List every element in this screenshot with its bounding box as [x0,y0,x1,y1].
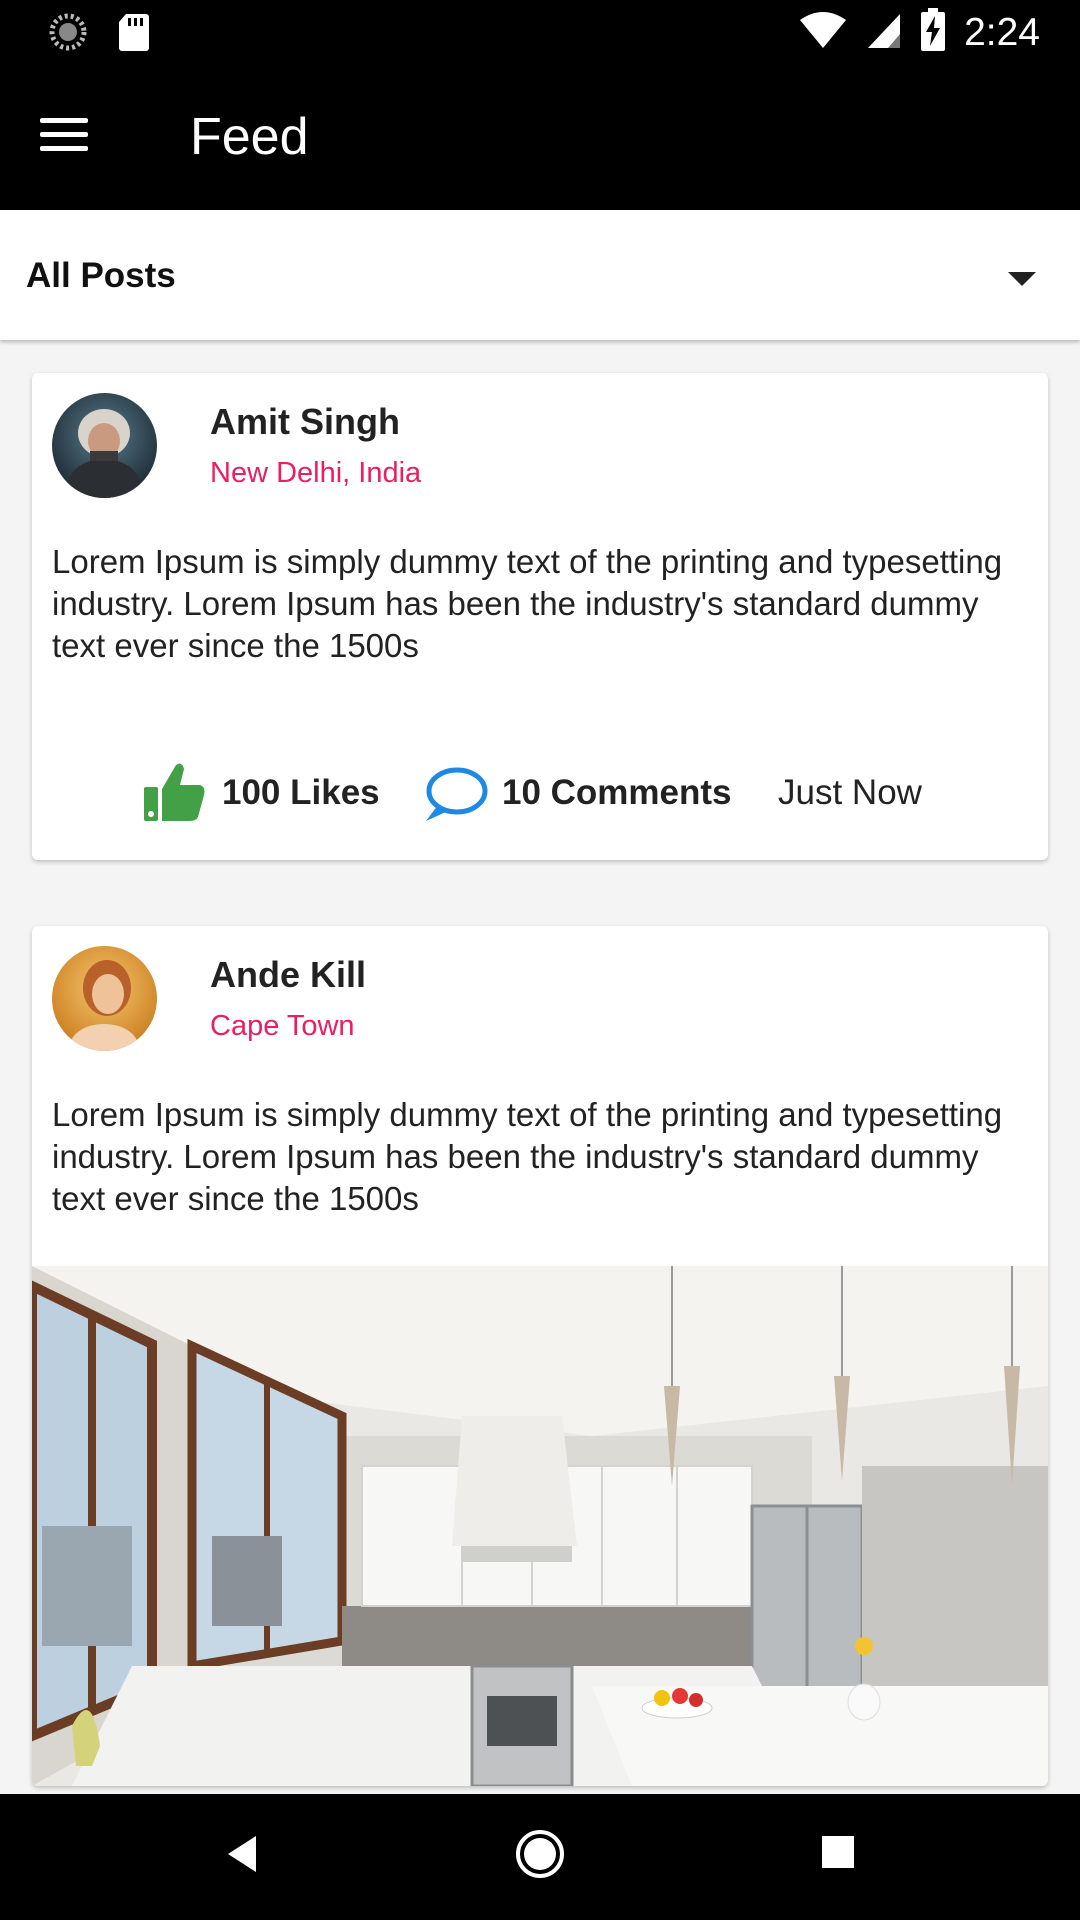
menu-icon-line [40,146,88,151]
post-text: Lorem Ipsum is simply dummy text of the … [52,543,1003,664]
author-location: Cape Town [210,1010,355,1042]
avatar[interactable] [52,393,157,498]
app-bar: Feed [0,63,1080,210]
author-name[interactable]: Ande Kill [210,954,366,996]
wifi-icon [798,10,848,55]
post-card: Ande Kill Cape Town Lorem Ipsum is simpl… [32,926,1048,1786]
home-button[interactable] [514,1828,566,1885]
author-name[interactable]: Amit Singh [210,401,400,443]
page-title: Feed [190,108,309,166]
back-button[interactable] [222,1832,262,1881]
post-time: Just Now [778,773,922,812]
likes-count[interactable]: 100 Likes [222,773,380,813]
status-time: 2:24 [964,10,1040,54]
recents-button[interactable] [820,1834,856,1875]
post-image[interactable] [32,1266,1048,1786]
menu-icon-line [40,132,88,137]
sd-card-icon [118,12,150,57]
chevron-down-icon [1008,272,1036,286]
navigation-bar [0,1794,1080,1920]
filter-selected-value: All Posts [26,256,176,295]
author-location: New Delhi, India [210,457,422,489]
post-card: Amit Singh New Delhi, India Lorem Ipsum … [32,373,1048,860]
post-text: Lorem Ipsum is simply dummy text of the … [52,1096,1003,1217]
comments-count[interactable]: 10 Comments [502,773,732,813]
sync-icon [48,12,88,57]
battery-charging-icon [920,8,946,57]
comment-icon[interactable] [422,765,488,830]
posts-filter-dropdown[interactable]: All Posts [0,210,1080,340]
menu-button[interactable] [40,111,100,161]
status-bar: 2:24 [0,0,1080,63]
thumbs-up-icon[interactable] [142,759,208,830]
signal-icon [866,10,902,55]
menu-icon [40,118,88,123]
post-actions: 100 Likes 10 Comments Just Now [32,751,1048,831]
avatar[interactable] [52,946,157,1051]
